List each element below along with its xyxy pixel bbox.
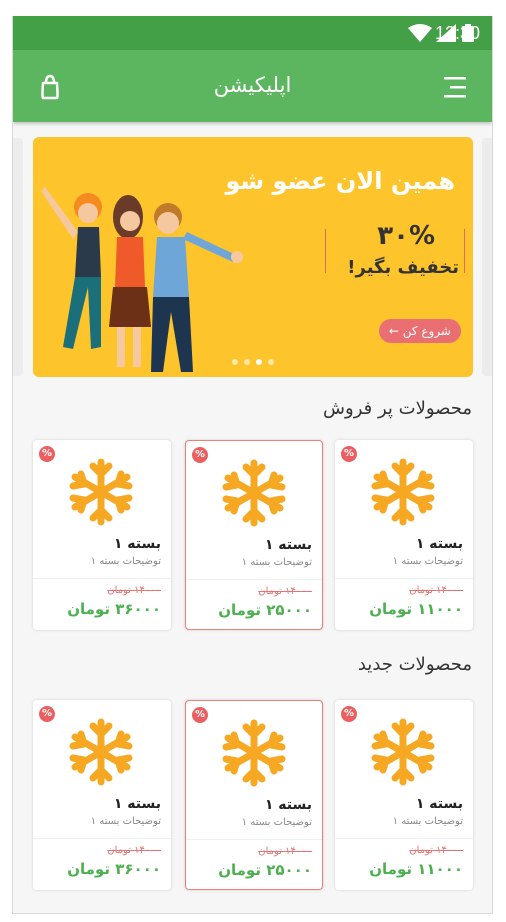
carousel-dot[interactable] (244, 359, 250, 365)
prev-slide-peek (13, 138, 23, 376)
product-name: بسته ۱ (415, 536, 463, 552)
banner-percent: ۳۰% (371, 221, 441, 251)
old-price: ۱۴۰۰۰ تومان (258, 586, 312, 597)
card-divider (335, 838, 473, 839)
section-title-bestsellers: محصولات پر فروش (323, 398, 472, 419)
product-desc: توضیحات بسته ۱ (392, 816, 463, 827)
product-name: بسته ۱ (264, 537, 312, 553)
old-price: ۱۴۰۰۰ تومان (409, 845, 463, 856)
product-name: بسته ۱ (113, 796, 161, 812)
banner-offer-text: تخفیف بگیر! (347, 257, 459, 278)
discount-badge: % (341, 706, 357, 722)
product-name: بسته ۱ (264, 797, 312, 813)
discount-badge: % (192, 707, 208, 723)
old-price: ۱۴۰۰۰ تومان (107, 845, 161, 856)
product-name: بسته ۱ (415, 796, 463, 812)
discount-badge: % (192, 447, 208, 463)
snowflake-icon (369, 458, 437, 526)
product-price: ۱۱۰۰۰ تومان (369, 600, 463, 618)
carousel-dots (229, 350, 277, 369)
product-price: ۳۶۰۰۰ تومان (67, 860, 161, 878)
app-bar: اپلیکیشن (13, 50, 492, 122)
product-price: ۱۱۰۰۰ تومان (369, 860, 463, 878)
card-divider (33, 578, 171, 579)
card-divider (186, 839, 322, 840)
snowflake-icon (220, 459, 288, 527)
product-card[interactable]: % بسته ۱ توضیحات بسته ۱ ۱۴۰۰۰ تومان ۳۶۰۰… (33, 440, 171, 630)
card-divider (33, 838, 171, 839)
product-desc: توضیحات بسته ۱ (392, 556, 463, 567)
card-divider (335, 578, 473, 579)
banner-carousel[interactable]: همین الان عضو شو ۳۰% تخفیف بگیر! شروع کن… (13, 134, 492, 380)
product-desc: توضیحات بسته ۱ (90, 556, 161, 567)
old-price: ۱۴۰۰۰ تومان (409, 585, 463, 596)
app-title: اپلیکیشن (213, 73, 292, 97)
snowflake-icon (67, 458, 135, 526)
product-card[interactable]: % بسته ۱ توضیحات بسته ۱ ۱۴۰۰۰ تومان ۱۱۰۰… (335, 440, 473, 630)
product-row-new: % بسته ۱ توضیحات بسته ۱ ۱۴۰۰۰ تومان ۱۱۰۰… (13, 700, 492, 892)
snowflake-icon (67, 718, 135, 786)
product-desc: توضیحات بسته ۱ (90, 816, 161, 827)
banner-headline: همین الان عضو شو (225, 167, 455, 195)
product-card[interactable]: % بسته ۱ توضیحات بسته ۱ ۱۴۰۰۰ تومان ۱۱۰۰… (335, 700, 473, 890)
product-price: ۳۶۰۰۰ تومان (67, 600, 161, 618)
next-slide-peek (482, 138, 492, 376)
product-price: ۲۵۰۰۰ تومان (218, 861, 312, 879)
carousel-dot[interactable] (232, 359, 238, 365)
product-row-bestsellers: % بسته ۱ توضیحات بسته ۱ ۱۴۰۰۰ تومان ۱۱۰۰… (13, 440, 492, 632)
discount-badge: % (39, 446, 55, 462)
product-name: بسته ۱ (113, 536, 161, 552)
product-card-selected[interactable]: % بسته ۱ توضیحات بسته ۱ ۱۴۰۰۰ تومان ۲۵۰۰… (185, 700, 323, 890)
status-time: 12:30 (434, 23, 480, 43)
happy-people-illustration (41, 187, 243, 372)
snowflake-icon (369, 718, 437, 786)
product-desc: توضیحات بسته ۱ (241, 557, 312, 568)
old-price: ۱۴۰۰۰ تومان (258, 846, 312, 857)
discount-badge: % (341, 446, 357, 462)
wifi-icon (408, 24, 432, 42)
start-button[interactable]: شروع کن ← (378, 319, 461, 343)
product-desc: توضیحات بسته ۱ (241, 817, 312, 828)
carousel-dot[interactable] (268, 359, 274, 365)
promo-banner[interactable]: همین الان عضو شو ۳۰% تخفیف بگیر! شروع کن… (33, 137, 473, 377)
snowflake-icon (220, 719, 288, 787)
product-price: ۲۵۰۰۰ تومان (218, 601, 312, 619)
section-title-new: محصولات جدید (357, 654, 472, 675)
card-divider (186, 579, 322, 580)
phone-screen: 12:30 اپلیکیشن همین الان عضو شو ۳۰% تخفی… (12, 16, 493, 914)
hamburger-menu-icon[interactable] (440, 72, 470, 102)
carousel-dot-active[interactable] (256, 359, 262, 365)
product-card[interactable]: % بسته ۱ توضیحات بسته ۱ ۱۴۰۰۰ تومان ۳۶۰۰… (33, 700, 171, 890)
product-card-selected[interactable]: % بسته ۱ توضیحات بسته ۱ ۱۴۰۰۰ تومان ۲۵۰۰… (185, 440, 323, 630)
old-price: ۱۴۰۰۰ تومان (107, 585, 161, 596)
discount-badge: % (39, 706, 55, 722)
status-bar: 12:30 (13, 16, 492, 50)
